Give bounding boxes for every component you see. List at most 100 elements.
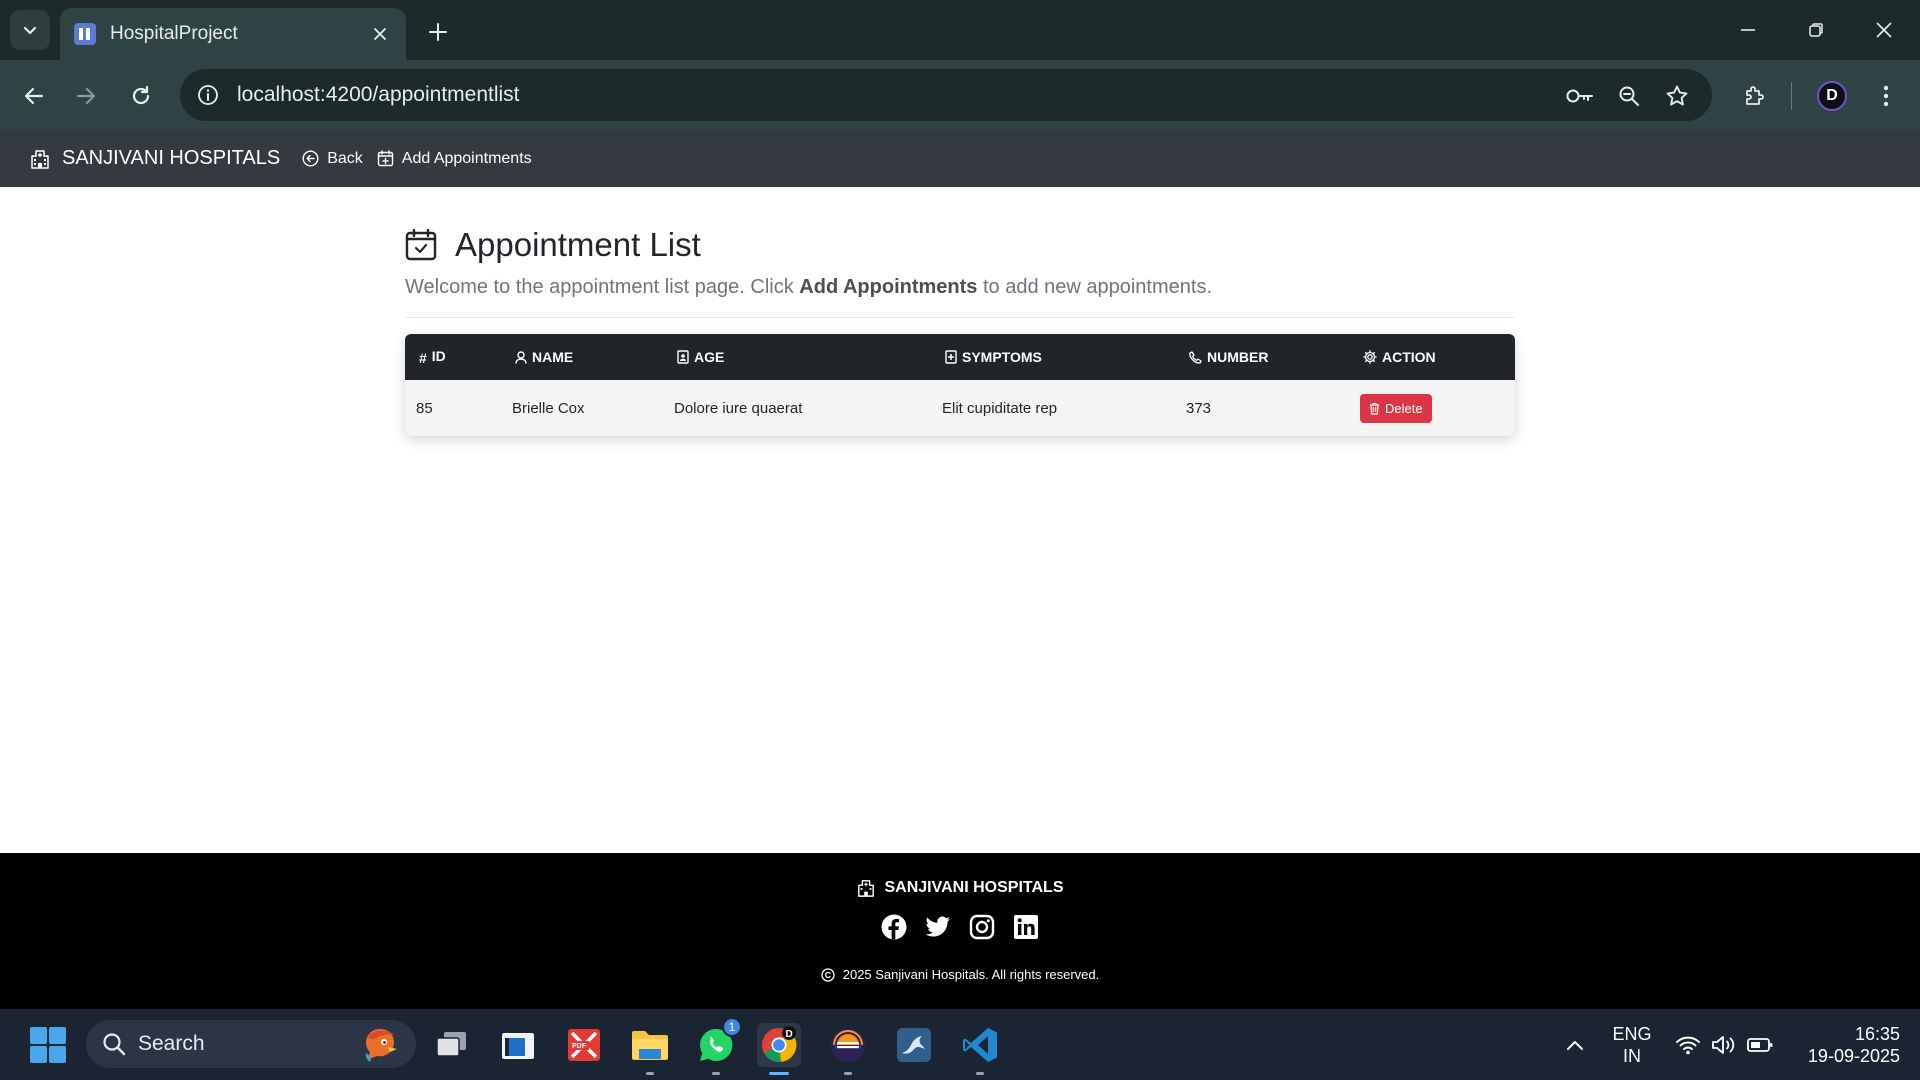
calendar-check-icon: [405, 229, 437, 261]
lead-suffix: to add new appointments.: [977, 276, 1213, 298]
footer-social-links: [0, 913, 1920, 941]
cell-id: 85: [416, 399, 433, 417]
page-title: Appointment List: [405, 226, 1515, 264]
table-row: 85 Brielle Cox Dolore iure quaerat Elit …: [405, 380, 1515, 436]
id-card-icon: [677, 350, 689, 364]
cell-number: 373: [1186, 399, 1212, 417]
folder-icon: [632, 1031, 668, 1060]
running-indicator: [646, 1072, 654, 1075]
taskbar-pdf-app[interactable]: PDF: [562, 1023, 606, 1067]
language-code: ENG: [1612, 1024, 1652, 1044]
battery-icon[interactable]: [1746, 1031, 1774, 1059]
taskbar-search-label: Search: [138, 1032, 205, 1055]
store-icon: [502, 1033, 534, 1059]
back-nav-button[interactable]: [14, 76, 54, 116]
minimize-icon: [1741, 29, 1755, 31]
forward-nav-button[interactable]: [66, 76, 106, 116]
navbar-brand[interactable]: SANJIVANI HOSPITALS: [30, 147, 280, 170]
minimize-button[interactable]: [1720, 12, 1776, 48]
system-clock[interactable]: 16:35 19-09-2025: [1790, 1023, 1900, 1067]
nav-add-appointments-label: Add Appointments: [401, 149, 532, 167]
arrow-right-icon: [76, 87, 96, 105]
tab-search-button[interactable]: [10, 10, 50, 50]
delete-button[interactable]: Delete: [1360, 393, 1432, 423]
avatar: D: [1817, 81, 1847, 111]
restore-icon: [1809, 23, 1823, 37]
new-tab-button[interactable]: [420, 14, 456, 50]
twitter-icon[interactable]: [924, 913, 952, 941]
header-name: NAME: [501, 334, 663, 380]
navbar-brand-label: SANJIVANI HOSPITALS: [62, 147, 281, 169]
linkedin-icon[interactable]: [1012, 913, 1040, 941]
address-bar[interactable]: localhost:4200/appointmentlist: [180, 69, 1712, 121]
nav-back-link[interactable]: Back: [302, 150, 363, 168]
windows-logo-icon: [49, 1046, 66, 1063]
password-key-icon[interactable]: [1565, 81, 1595, 111]
taskbar-task-view[interactable]: [430, 1023, 474, 1067]
puzzle-icon: [1746, 86, 1764, 105]
search-icon: [103, 1033, 126, 1056]
svg-text:D: D: [786, 1029, 793, 1040]
bookmark-star-icon[interactable]: [1662, 81, 1692, 111]
footer-copyright: 2025 Sanjivani Hospitals. All rights res…: [0, 967, 1920, 982]
hospital-favicon-icon: [74, 23, 96, 45]
volume-icon[interactable]: [1710, 1031, 1738, 1059]
taskbar-whatsapp[interactable]: 1: [694, 1017, 742, 1075]
search-highlight-mascot-icon: [365, 1029, 397, 1062]
wifi-icon[interactable]: [1674, 1031, 1702, 1059]
taskbar-app-store[interactable]: [496, 1023, 540, 1067]
taskbar-vscode[interactable]: [958, 1023, 1002, 1075]
address-url[interactable]: localhost:4200/appointmentlist: [237, 83, 520, 107]
chevron-up-icon: [1567, 1041, 1583, 1050]
eclipse-ide-icon: [831, 1028, 865, 1062]
pdf-app-icon: PDF: [568, 1029, 600, 1061]
header-symptoms: SYMPTOMS: [931, 334, 1175, 380]
task-view-icon: [436, 1032, 466, 1057]
delete-button-label: Delete: [1385, 400, 1423, 416]
reload-button[interactable]: [121, 76, 161, 116]
header-name-label: NAME: [532, 349, 574, 365]
tab-title: HospitalProject: [110, 23, 238, 44]
clock-date: 19-09-2025: [1807, 1046, 1900, 1066]
reload-icon: [132, 85, 150, 105]
windows-logo-icon: [49, 1027, 66, 1044]
app-navbar: SANJIVANI HOSPITALS Back Add Appointment…: [0, 130, 1920, 187]
close-icon: [1876, 22, 1892, 38]
footer-brand-label: SANJIVANI HOSPITALS: [884, 879, 1064, 896]
show-hidden-icons-button[interactable]: [1560, 1031, 1590, 1059]
browser-tab-active[interactable]: HospitalProject: [60, 8, 406, 60]
windows-logo-icon: [30, 1027, 47, 1044]
copyright-icon: [821, 967, 835, 982]
person-icon: [515, 351, 527, 364]
plus-icon: [429, 23, 447, 41]
extensions-button[interactable]: [1738, 80, 1770, 112]
instagram-icon[interactable]: [968, 913, 996, 941]
taskbar-eclipse[interactable]: [826, 1023, 870, 1075]
lead-bold: Add Appointments: [799, 276, 978, 298]
page-title-text: Appointment List: [455, 226, 701, 263]
header-age-label: AGE: [694, 349, 725, 365]
hash-icon: #: [419, 350, 427, 366]
facebook-icon[interactable]: [880, 913, 908, 941]
browser-toolbar: localhost:4200/appointmentlist D: [0, 60, 1920, 130]
taskbar-chrome[interactable]: D: [757, 1023, 801, 1075]
taskbar-mysql-workbench[interactable]: [892, 1023, 936, 1067]
taskbar-search[interactable]: Search: [86, 1020, 416, 1068]
close-window-button[interactable]: [1856, 12, 1912, 48]
restore-button[interactable]: [1788, 12, 1844, 48]
cell-action: Delete: [1349, 380, 1515, 436]
tab-close-button[interactable]: [368, 21, 392, 47]
browser-menu-button[interactable]: [1870, 80, 1902, 112]
header-number: NUMBER: [1175, 334, 1349, 380]
header-symptoms-label: SYMPTOMS: [962, 349, 1042, 365]
calendar-plus-icon: [377, 150, 393, 167]
language-indicator[interactable]: ENG IN: [1610, 1023, 1654, 1067]
page-footer: SANJIVANI HOSPITALS 2025 Sanjivani Hospi…: [0, 853, 1920, 1009]
profile-button[interactable]: D: [1816, 80, 1848, 112]
cell-age: Dolore iure quaerat: [674, 399, 803, 417]
site-info-icon[interactable]: [193, 80, 223, 110]
nav-add-appointments-link[interactable]: Add Appointments: [377, 150, 532, 168]
windows-start-button[interactable]: [30, 1027, 66, 1063]
zoom-icon[interactable]: [1614, 81, 1644, 111]
taskbar-file-explorer[interactable]: [628, 1023, 672, 1075]
